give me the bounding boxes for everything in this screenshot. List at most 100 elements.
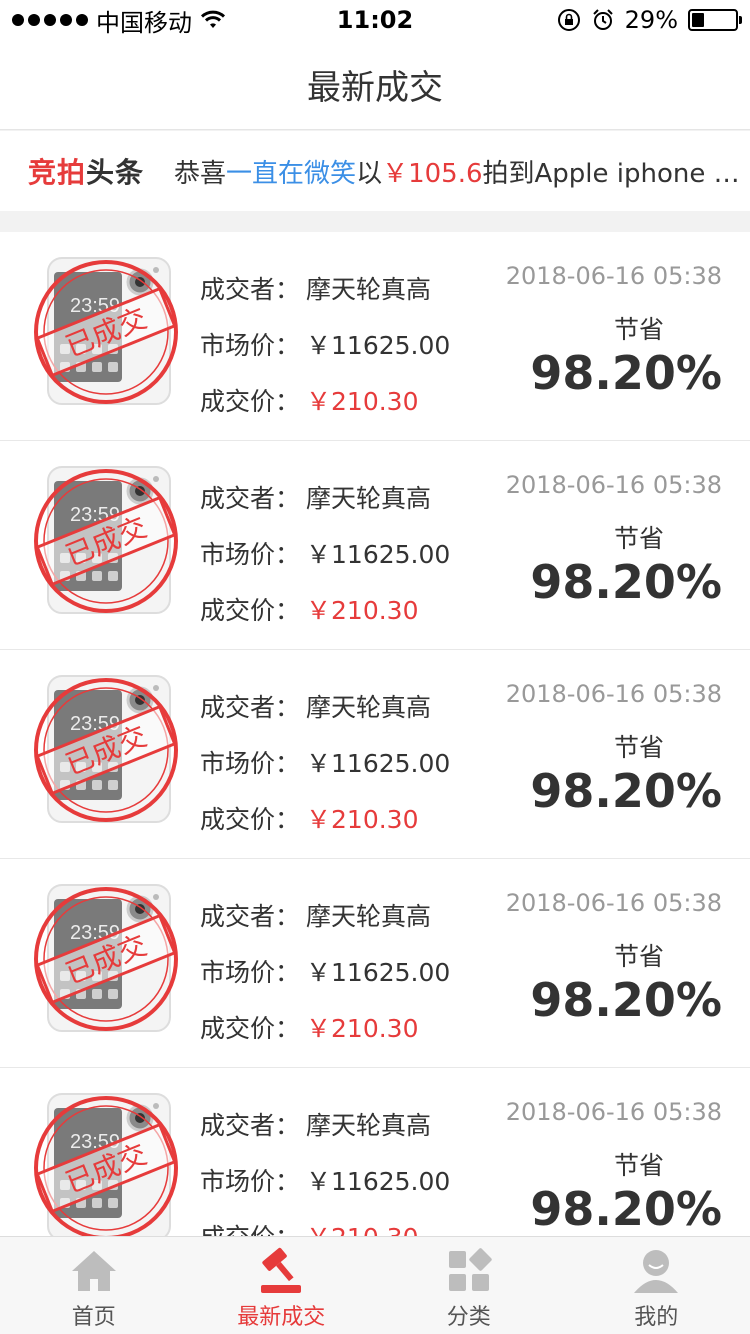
deal-item[interactable]: 23:59 已成交 成交者： 摩天轮真高 市场价： ￥11625.00	[0, 1068, 750, 1236]
deal-info: 成交者：摩天轮真高 市场价：￥11625.00 成交价：￥210.30	[200, 680, 450, 848]
market-price-label: 市场价：	[200, 1167, 301, 1196]
deal-price-value: ￥210.30	[306, 1014, 419, 1043]
market-price-label: 市场价：	[200, 540, 301, 569]
savings-label: 节省	[613, 733, 664, 762]
savings-label: 节省	[613, 942, 664, 971]
deal-price-row: 成交价：￥210.30	[200, 583, 450, 639]
winner-label: 成交者：	[200, 1111, 301, 1140]
ticker-logo: 竞拍头条	[28, 151, 144, 191]
savings-label: 节省	[613, 1151, 664, 1180]
market-price-row: 市场价： ￥11625.00	[200, 945, 450, 1001]
product-thumbnail: 23:59 已成交	[34, 257, 178, 405]
deal-price-row: 成交价：￥210.30	[200, 374, 450, 430]
tab-label-latest-deals: 最新成交	[237, 1305, 326, 1330]
tab-label-home: 首页	[71, 1305, 116, 1330]
savings-percent: 98.20%	[530, 973, 722, 1027]
market-price-row: 市场价： ￥11625.00	[200, 736, 450, 792]
tab-home[interactable]: 首页	[0, 1237, 188, 1334]
market-price-label: 市场价：	[200, 331, 301, 360]
deal-price-value: ￥210.30	[306, 805, 419, 834]
market-price-value: ￥11625.00	[306, 540, 451, 569]
home-icon	[71, 1251, 116, 1291]
deal-date: 2018-06-16 05:38	[505, 680, 722, 708]
ticker-user: 一直在微笑	[226, 158, 357, 189]
winner-row: 成交者： 摩天轮真高	[200, 262, 450, 318]
deal-price-value: ￥210.30	[306, 596, 419, 625]
deal-info: 成交者：摩天轮真高 市场价：￥11625.00 成交价： ￥210.30	[200, 1098, 450, 1236]
deal-price-row: 成交价：￥210.30	[200, 1001, 450, 1057]
ticker-prefix: 恭喜	[174, 158, 227, 189]
winner-label: 成交者：	[200, 484, 301, 513]
page-title: 最新成交	[307, 68, 443, 108]
winner-label: 成交者：	[200, 902, 301, 931]
tab-label-mine: 我的	[634, 1305, 679, 1330]
winner-name: 摩天轮真高	[306, 275, 432, 304]
market-price-value: ￥11625.00	[306, 958, 451, 987]
tab-mine[interactable]: 我的	[563, 1237, 750, 1334]
deal-item[interactable]: 23:59 已成交 成交者： 摩天轮真高 市场价： ￥11625.00	[0, 441, 750, 650]
category-icon	[448, 1248, 492, 1291]
deal-item[interactable]: 23:59 已成交 成交者： 摩天轮真高 市场价： ￥11625.00	[0, 859, 750, 1068]
ticker-logo-part1: 竞拍	[28, 156, 87, 189]
market-price-row: 市场价： ￥11625.00	[200, 1154, 450, 1210]
news-ticker[interactable]: 竞拍头条 恭喜一直在微笑以￥105.6拍到Apple iphone X 256G…	[0, 131, 750, 211]
ticker-suffix: 拍到Apple iphone X 256G 银色...	[482, 158, 750, 189]
status-right: 29%	[557, 6, 742, 34]
winner-name: 摩天轮真高	[306, 484, 432, 513]
product-thumbnail: 23:59 已成交	[34, 466, 178, 614]
status-bar: 中国移动 11:02 29%	[0, 0, 750, 40]
deal-price-value: ￥210.30	[306, 1223, 418, 1236]
ticker-message[interactable]: 恭喜一直在微笑以￥105.6拍到Apple iphone X 256G 银色..…	[174, 153, 750, 190]
wifi-icon	[200, 10, 226, 28]
tab-latest-deals[interactable]: 最新成交	[188, 1237, 376, 1334]
deal-price-label: 成交价：	[200, 387, 301, 416]
deal-date: 2018-06-16 05:38	[505, 262, 722, 290]
deal-price-label: 成交价：	[200, 1223, 300, 1236]
product-thumbnail: 23:59 已成交	[34, 675, 178, 823]
rotation-lock-icon	[557, 9, 580, 31]
savings-label: 节省	[613, 524, 664, 553]
market-price-row: 市场价： ￥11625.00	[200, 527, 450, 583]
deal-date: 2018-06-16 05:38	[505, 889, 722, 917]
market-price-value: ￥11625.00	[306, 1167, 451, 1196]
deal-price-label: 成交价：	[200, 805, 301, 834]
deal-price-row: 成交价： ￥210.30	[200, 1210, 450, 1236]
deal-date: 2018-06-16 05:38	[505, 1098, 722, 1126]
tab-category[interactable]: 分类	[375, 1237, 563, 1334]
alarm-icon	[592, 9, 613, 30]
deal-price-label: 成交价：	[200, 596, 301, 625]
winner-row: 成交者： 摩天轮真高	[200, 680, 450, 736]
savings-percent: 98.20%	[530, 1182, 722, 1236]
deal-date: 2018-06-16 05:38	[505, 471, 722, 499]
ticker-price: ￥105.6	[382, 158, 483, 189]
market-price-value: ￥11625.00	[306, 331, 451, 360]
savings-percent: 98.20%	[530, 346, 722, 400]
market-price-value: ￥11625.00	[306, 749, 451, 778]
deal-price-value: ￥210.30	[306, 387, 419, 416]
deal-info: 成交者：摩天轮真高 市场价：￥11625.00 成交价：￥210.30	[200, 889, 450, 1057]
market-price-label: 市场价：	[200, 749, 301, 778]
deal-price-row: 成交价：￥210.30	[200, 792, 450, 848]
deal-item[interactable]: 23:59 已成交 成交者： 摩天轮真高 市场价： ￥11625.00	[0, 232, 750, 441]
tab-bar: 首页 最新成交 分类 我的	[0, 1236, 750, 1334]
savings-percent: 98.20%	[530, 764, 722, 818]
battery-percent: 29%	[624, 6, 678, 34]
signal-icon	[12, 14, 88, 26]
winner-row: 成交者： 摩天轮真高	[200, 471, 450, 527]
gavel-icon	[261, 1247, 302, 1293]
savings-percent: 98.20%	[530, 555, 722, 609]
deal-list[interactable]: 23:59 已成交 成交者： 摩天轮真高 市场价： ￥11625.00 成交价：…	[0, 232, 750, 1236]
winner-name: 摩天轮真高	[306, 1111, 432, 1140]
product-thumbnail: 23:59 已成交	[34, 884, 178, 1032]
deal-price-label: 成交价：	[200, 1014, 301, 1043]
winner-name: 摩天轮真高	[306, 902, 432, 931]
nav-header: 最新成交	[0, 40, 750, 130]
deal-item[interactable]: 23:59 已成交 成交者： 摩天轮真高 市场价： ￥11625.00	[0, 650, 750, 859]
winner-name: 摩天轮真高	[306, 693, 432, 722]
winner-label: 成交者：	[200, 693, 301, 722]
status-left: 中国移动	[12, 3, 226, 38]
winner-row: 成交者： 摩天轮真高	[200, 1098, 450, 1154]
ticker-middle: 以	[356, 158, 383, 189]
deal-info: 成交者：摩天轮真高 市场价：￥11625.00 成交价：￥210.30	[200, 471, 450, 639]
product-thumbnail: 23:59 已成交	[34, 1093, 178, 1236]
